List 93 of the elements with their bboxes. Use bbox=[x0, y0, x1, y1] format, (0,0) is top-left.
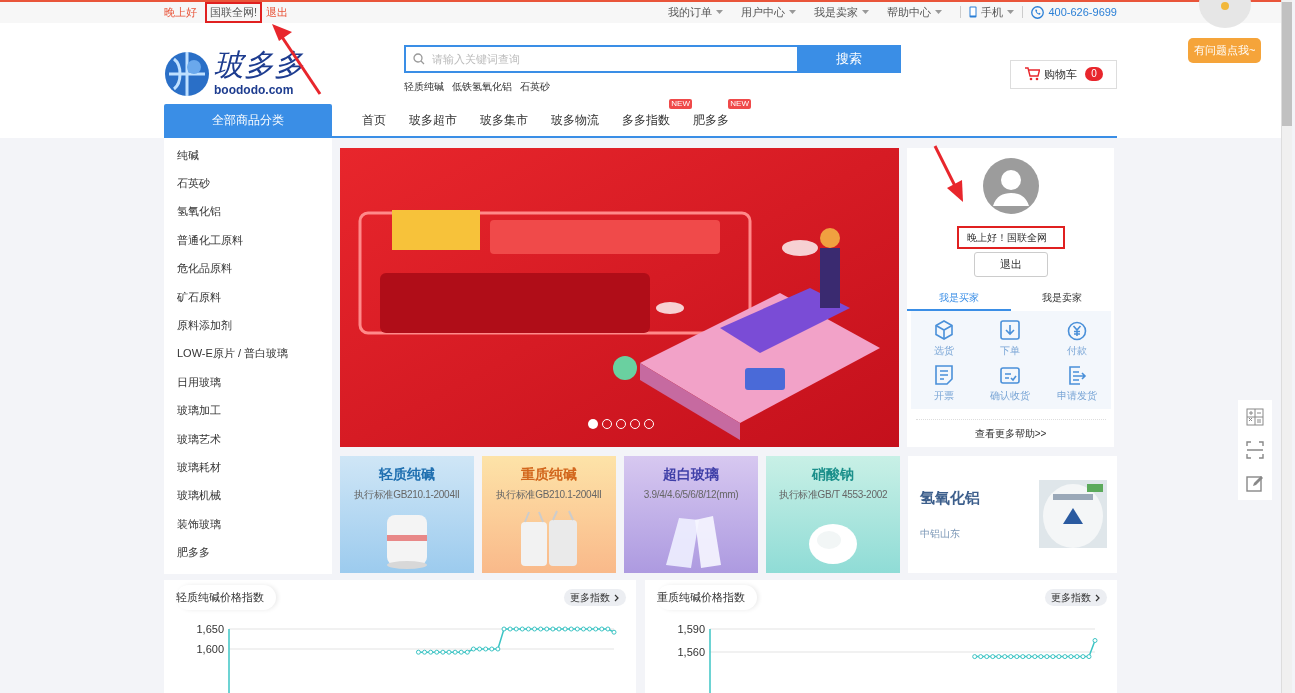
step-label: 选货 bbox=[933, 343, 954, 358]
menu-link[interactable]: 我的订单 bbox=[668, 4, 724, 21]
chart-title: 轻质纯碱价格指数 bbox=[176, 585, 276, 610]
document-icon bbox=[932, 363, 955, 386]
product-spec: 执行标准GB210.1-2004II bbox=[496, 487, 602, 502]
product-name: 超白玻璃 bbox=[663, 464, 719, 484]
product-name: 重质纯碱 bbox=[521, 464, 577, 484]
username-text: 国联全网! bbox=[205, 2, 263, 23]
axis-tick-label: 1,590 bbox=[677, 622, 705, 635]
search-icon bbox=[413, 52, 425, 65]
cart-button[interactable]: 购物车 0 bbox=[1010, 59, 1117, 89]
category-link[interactable]: 矿石原料 bbox=[177, 289, 332, 318]
y-axis bbox=[709, 627, 711, 693]
more-index-link[interactable]: 更多指数 bbox=[1045, 589, 1107, 606]
product-spec: 3.9/4/4.6/5/6/8/12(mm) bbox=[643, 487, 739, 502]
scan-icon[interactable] bbox=[1246, 441, 1264, 459]
telephone-icon bbox=[1031, 5, 1045, 19]
axis-tick-label: 1,650 bbox=[196, 622, 224, 635]
category-link[interactable]: 纯碱 bbox=[177, 147, 332, 176]
category-link[interactable]: LOW-E原片 / 普白玻璃 bbox=[177, 346, 332, 375]
more-help-link[interactable]: 查看更多帮助>> bbox=[915, 418, 1106, 441]
logo-domain: boododo.com bbox=[214, 81, 295, 99]
service-avatar-icon bbox=[1197, 0, 1252, 30]
download-icon bbox=[999, 318, 1022, 341]
category-link[interactable]: 日用玻璃 bbox=[177, 374, 332, 404]
product-origin: 中铝山东 bbox=[920, 526, 961, 541]
step-label: 付款 bbox=[1067, 343, 1088, 358]
calculator-icon[interactable] bbox=[1246, 407, 1264, 426]
export-icon bbox=[1066, 363, 1089, 386]
chevron-right-icon bbox=[614, 593, 620, 602]
greeting-text: 晚上好 bbox=[164, 5, 197, 20]
caret-icon bbox=[789, 10, 797, 15]
more-index-link[interactable]: 更多指数 bbox=[564, 589, 626, 606]
chevron-right-icon bbox=[1095, 593, 1101, 602]
category-link[interactable]: 玻璃耗材 bbox=[177, 459, 332, 489]
chart-title: 重质纯碱价格指数 bbox=[657, 585, 757, 610]
step-label: 下单 bbox=[1000, 343, 1021, 358]
cart-count-badge: 0 bbox=[1085, 67, 1103, 81]
edit-icon[interactable] bbox=[1246, 474, 1264, 493]
category-link[interactable]: 原料添加剂 bbox=[177, 317, 332, 347]
category-link[interactable]: 肥多多 bbox=[177, 545, 332, 574]
hot-search-link[interactable]: 低铁氢氧化铝 bbox=[452, 78, 512, 94]
product-name: 硝酸钠 bbox=[812, 464, 854, 484]
category-link[interactable]: 装饰玻璃 bbox=[177, 516, 332, 546]
menu-link[interactable]: 帮助中心 bbox=[887, 4, 943, 21]
product-spec: 执行标准GB210.1-2004II bbox=[354, 487, 460, 502]
caret-icon bbox=[1007, 10, 1015, 15]
y-axis bbox=[228, 627, 230, 693]
hot-search-link[interactable]: 轻质纯碱 bbox=[404, 78, 444, 94]
user-greeting: 晚上好！国联全网 bbox=[956, 225, 1065, 249]
category-link[interactable]: 玻璃艺术 bbox=[177, 431, 332, 460]
cube-icon bbox=[932, 318, 955, 341]
category-link[interactable]: 危化品原料 bbox=[177, 261, 332, 290]
nav-link[interactable]: 首页 bbox=[362, 110, 386, 129]
phone-number: 400-626-9699 bbox=[1048, 5, 1117, 20]
step-label: 确认收货 bbox=[990, 388, 1031, 403]
caret-icon bbox=[716, 10, 724, 15]
new-badge: NEW bbox=[728, 98, 751, 109]
product-card[interactable]: 硝酸钠 执行标准GB/T 4553-2002 bbox=[766, 455, 900, 573]
mobile-link[interactable]: 手机 bbox=[969, 4, 1015, 21]
cart-icon bbox=[1024, 67, 1041, 81]
product-spec: 执行标准GB/T 4553-2002 bbox=[778, 487, 888, 502]
hot-search-link[interactable]: 石英砂 bbox=[520, 78, 550, 94]
menu-link[interactable]: 用户中心 bbox=[741, 4, 797, 21]
category-link[interactable]: 氢氧化铝 bbox=[177, 204, 332, 233]
product-name: 轻质纯碱 bbox=[379, 464, 435, 484]
category-link[interactable]: 石英砂 bbox=[177, 175, 332, 205]
logout-link[interactable]: 退出 bbox=[266, 4, 289, 21]
caret-icon bbox=[862, 10, 870, 15]
axis-tick-label: 1,560 bbox=[677, 645, 705, 658]
step-label: 申请发货 bbox=[1057, 388, 1098, 403]
axis-tick-label: 1,600 bbox=[196, 642, 224, 655]
category-link[interactable]: 普通化工原料 bbox=[177, 232, 332, 262]
search-field[interactable]: 请输入关键词查询 bbox=[404, 44, 797, 73]
new-badge: NEW bbox=[669, 98, 692, 109]
logout-button[interactable]: 退出 bbox=[973, 251, 1048, 277]
menu-link[interactable]: 我是卖家 bbox=[814, 4, 870, 21]
product-name: 氢氧化铝 bbox=[920, 488, 981, 509]
caret-icon bbox=[935, 10, 943, 15]
product-card[interactable]: 超白玻璃 3.9/4/4.6/5/6/8/12(mm) bbox=[624, 455, 758, 573]
avatar-icon bbox=[982, 157, 1039, 214]
scrollbar[interactable] bbox=[1281, 0, 1292, 693]
phone-icon bbox=[969, 6, 978, 19]
nav-link[interactable]: 玻多超市 bbox=[409, 110, 457, 129]
role-tab[interactable]: 我是卖家 bbox=[1010, 286, 1114, 311]
nav-link[interactable]: 玻多集市 bbox=[480, 110, 528, 129]
featured-product-card[interactable]: 氢氧化铝 中铝山东 bbox=[908, 455, 1117, 573]
nav-link[interactable]: 玻多物流 bbox=[551, 110, 599, 129]
product-card[interactable]: 轻质纯碱 执行标准GB210.1-2004II bbox=[340, 455, 474, 573]
category-link[interactable]: 玻璃机械 bbox=[177, 488, 332, 517]
category-link[interactable]: 玻璃加工 bbox=[177, 403, 332, 432]
step-label: 开票 bbox=[933, 388, 954, 403]
product-card[interactable]: 重质纯碱 执行标准GB210.1-2004II bbox=[482, 455, 616, 573]
